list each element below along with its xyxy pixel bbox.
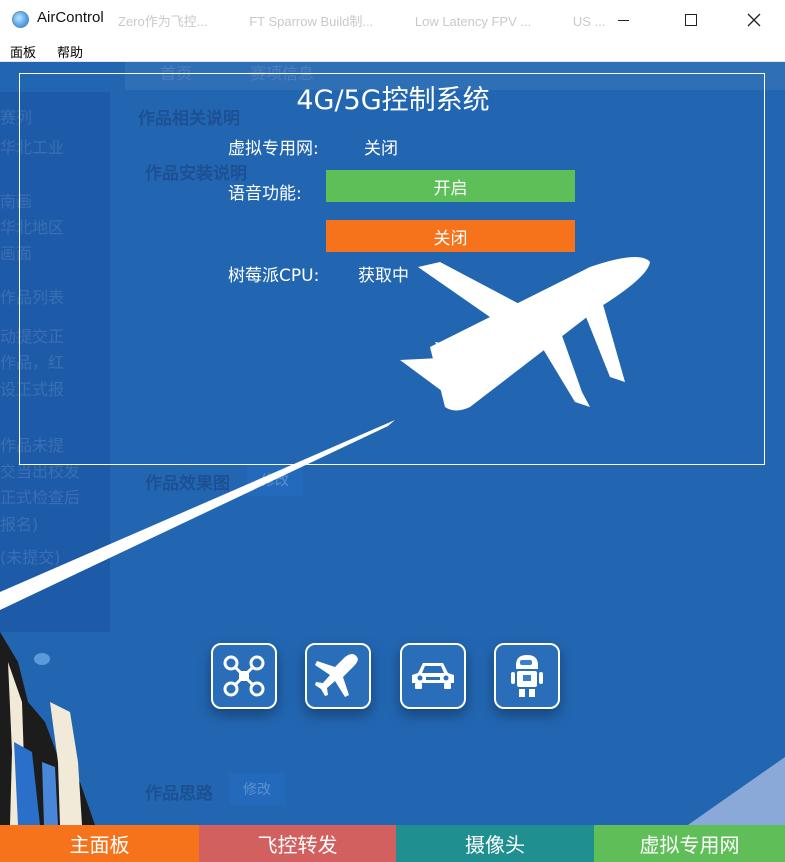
car-mode-button[interactable] — [400, 643, 466, 709]
vpn-label: 虚拟专用网: — [228, 139, 319, 159]
ghost-tab: Zero作为飞控... — [118, 14, 208, 29]
bottom-tab-bar: 主面板 飞控转发 摄像头 虚拟专用网 — [0, 825, 785, 862]
menu-bar: 面板 帮助 — [0, 40, 785, 62]
car-icon — [412, 663, 454, 689]
background-browser-tabs: Zero作为飞控... FT Sparrow Build制... Low Lat… — [118, 11, 643, 30]
close-button[interactable] — [731, 0, 777, 40]
app-icon — [12, 11, 29, 28]
close-icon — [747, 13, 761, 27]
drone-mode-button[interactable] — [211, 643, 277, 709]
ghost-tab: FT Sparrow Build制... — [249, 14, 374, 29]
ghost-sidebar-line: 报名) — [0, 515, 39, 534]
panel-title: 4G/5G控制系统 — [296, 85, 490, 116]
airplane-icon — [315, 654, 358, 697]
tab-vpn[interactable]: 虚拟专用网 — [594, 825, 785, 862]
control-panel: 4G/5G控制系统 虚拟专用网: 关闭 语音功能: 开启 关闭 树莓派CPU: … — [19, 73, 765, 465]
ghost-edit-chip: 修改 — [247, 464, 303, 496]
robot-mode-button[interactable] — [494, 643, 560, 709]
title-bar: AirControl Zero作为飞控... FT Sparrow Build制… — [0, 0, 785, 40]
airplane-mode-button[interactable] — [305, 643, 371, 709]
main-stage: 首页 赛项信息 作品相关说明 作品安装说明 作品效果图 修改 作品思路 修改 赛… — [0, 62, 785, 862]
ghost-sidebar-line: 正式检查后 — [0, 488, 81, 507]
tab-main-panel[interactable]: 主面板 — [0, 825, 199, 862]
window-title: AirControl — [37, 9, 104, 26]
cpu-status: 获取中 — [358, 266, 409, 286]
tab-camera[interactable]: 摄像头 — [396, 825, 594, 862]
ghost-idea-label: 作品思路 — [145, 784, 213, 804]
voice-label: 语音功能: — [228, 184, 302, 204]
voice-on-button[interactable]: 开启 — [326, 170, 575, 202]
ghost-effect-label: 作品效果图 — [145, 474, 230, 494]
robot-icon — [511, 655, 543, 697]
tab-flight-control-forward[interactable]: 飞控转发 — [199, 825, 396, 862]
ghost-edit-chip: 修改 — [229, 773, 285, 805]
drone-icon — [223, 655, 265, 697]
vpn-status: 关闭 — [364, 139, 398, 159]
maximize-button[interactable] — [668, 0, 714, 40]
ghost-sidebar-line: (未提交) — [0, 548, 61, 567]
minimize-button[interactable] — [600, 0, 646, 40]
menu-help[interactable]: 帮助 — [57, 42, 83, 61]
voice-off-button[interactable]: 关闭 — [326, 220, 575, 252]
menu-panel[interactable]: 面板 — [10, 42, 36, 61]
ghost-tab: Low Latency FPV ... — [414, 14, 532, 29]
cpu-label: 树莓派CPU: — [228, 266, 320, 286]
